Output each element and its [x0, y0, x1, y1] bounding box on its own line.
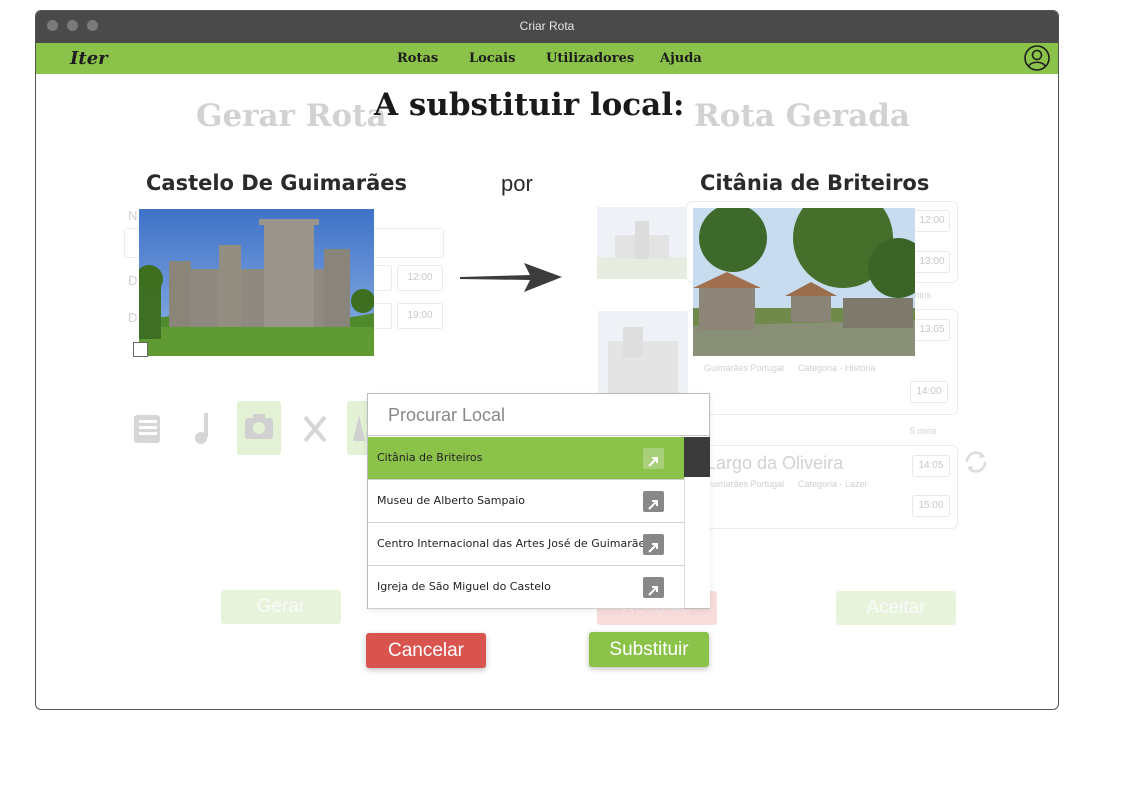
search-input[interactable]: Procurar Local: [368, 394, 709, 436]
camera-icon[interactable]: [237, 401, 281, 455]
route-card-location: Guimarães Portugal: [704, 363, 785, 373]
form-label: D: [128, 273, 138, 288]
refresh-icon[interactable]: [961, 447, 991, 477]
start-time-field[interactable]: 12:00: [397, 265, 443, 291]
open-external-icon[interactable]: [643, 491, 664, 512]
result-item[interactable]: Centro Internacional das Artes José de G…: [368, 523, 684, 566]
cancel-button[interactable]: Cancelar: [366, 633, 486, 668]
music-icon[interactable]: [182, 401, 226, 455]
result-label: Museu de Alberto Sampaio: [377, 494, 526, 507]
result-label: Igreja de São Miguel do Castelo: [377, 580, 551, 593]
calendar-icon[interactable]: [372, 265, 392, 291]
new-place-photo: [693, 208, 915, 356]
nav-utilizadores[interactable]: Utilizadores: [546, 51, 634, 66]
time-badge: 13:00: [914, 251, 950, 273]
title-bar: Criar Rota: [36, 11, 1058, 43]
generated-route-heading: Rota Gerada: [694, 98, 911, 134]
result-label: Centro Internacional das Artes José de G…: [377, 537, 651, 550]
generate-route-heading: Gerar Rota: [196, 98, 387, 134]
accept-button[interactable]: Aceitar: [836, 591, 956, 625]
window-title: Criar Rota: [519, 19, 575, 33]
photo-checkbox[interactable]: [133, 342, 148, 357]
time-badge: 12:00: [914, 210, 950, 232]
result-item[interactable]: Museu de Alberto Sampaio: [368, 480, 684, 523]
calendar-icon[interactable]: [372, 303, 392, 329]
travel-gap-label: 5 mins: [910, 426, 937, 436]
result-label: Citânia de Briteiros: [377, 451, 483, 464]
route-thumbnail-castle: [597, 207, 687, 279]
replace-button[interactable]: Substituir: [589, 632, 709, 667]
nav-locais[interactable]: Locais: [469, 51, 515, 66]
replacement-connector: por: [501, 171, 533, 196]
time-badge: 14:05: [912, 455, 950, 477]
library-icon[interactable]: [126, 401, 170, 455]
place-search-dropdown: Procurar Local Citânia de Briteiros Muse…: [367, 393, 710, 609]
app-window: Criar Rota Iter Rotas Locais Utilizadore…: [35, 10, 1059, 710]
form-label: N: [128, 208, 138, 223]
open-external-icon[interactable]: [643, 577, 664, 598]
culture-icon[interactable]: [347, 401, 369, 455]
dialog-title: A substituir local:: [374, 87, 685, 123]
nav-rotas[interactable]: Rotas: [397, 51, 438, 66]
open-external-icon[interactable]: [643, 534, 664, 555]
user-account-icon[interactable]: [1024, 45, 1050, 71]
restaurant-icon[interactable]: [293, 401, 337, 455]
nav-ajuda[interactable]: Ajuda: [660, 51, 702, 66]
app-logo[interactable]: Iter: [70, 48, 108, 69]
open-external-icon[interactable]: [643, 448, 664, 469]
time-badge: 15:00: [912, 495, 950, 517]
route-card-location: Guimarães Portugal: [704, 479, 785, 489]
route-card-title: Largo da Oliveira: [706, 453, 844, 473]
result-item[interactable]: Igreja de São Miguel do Castelo: [368, 566, 684, 609]
form-label: D: [128, 310, 138, 325]
time-badge: 14:00: [910, 381, 948, 403]
top-navbar: Iter Rotas Locais Utilizadores Ajuda: [36, 43, 1058, 74]
new-place-title: Citânia de Briteiros: [700, 171, 930, 195]
route-card-category: Categoria - História: [798, 363, 876, 373]
route-card-category: Categoria - Lazer: [798, 479, 868, 489]
end-time-field[interactable]: 19:00: [397, 303, 443, 329]
scrollbar-thumb[interactable]: [684, 437, 710, 477]
time-badge: 13:05: [914, 319, 950, 341]
current-place-title: Castelo De Guimarães: [146, 171, 407, 195]
generate-button[interactable]: Gerar: [221, 590, 341, 624]
replace-arrow-icon: [460, 263, 562, 292]
result-item-selected[interactable]: Citânia de Briteiros: [368, 437, 684, 480]
route-thumbnail-building: [598, 311, 688, 396]
current-place-photo: [139, 209, 374, 356]
